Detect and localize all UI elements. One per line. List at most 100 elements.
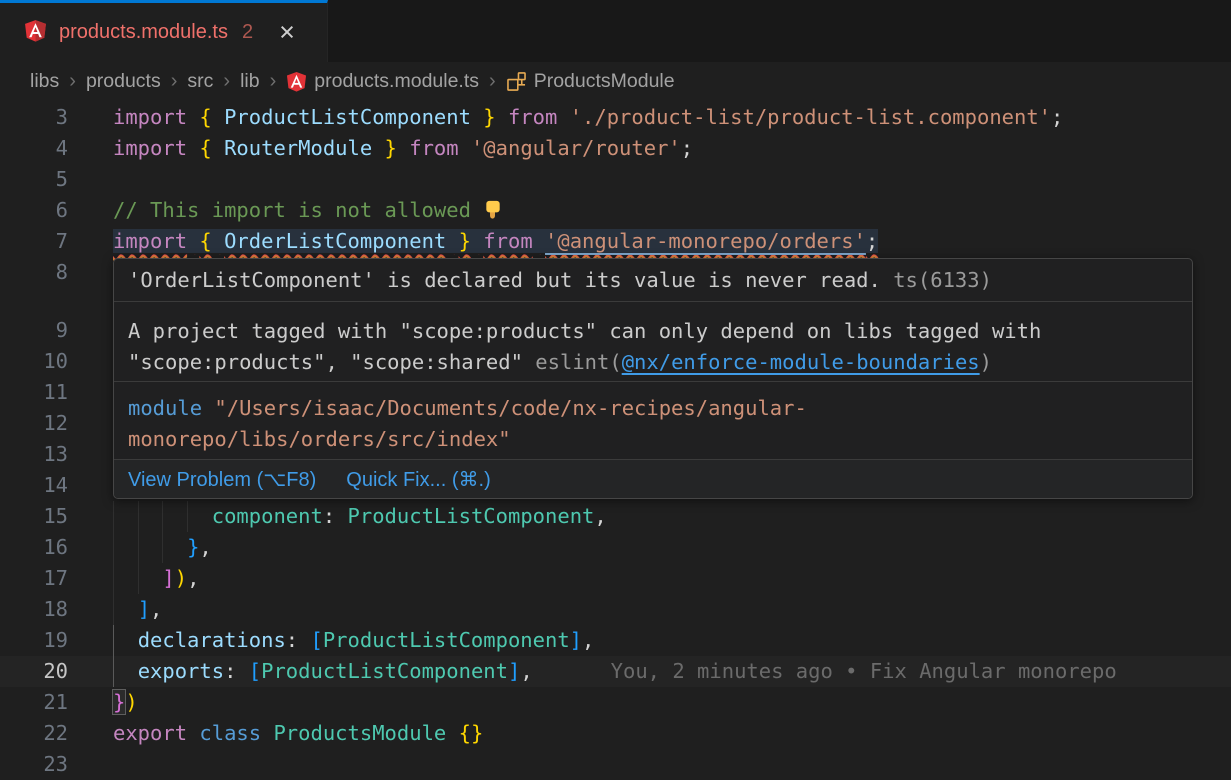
hover-text-line: A project tagged with "scope:products" c… [128, 316, 1178, 347]
code-editor[interactable]: 3import { ProductListComponent } from '.… [0, 0, 1231, 780]
token: : [224, 659, 249, 683]
token [372, 136, 384, 160]
code-line-19[interactable]: 19 declarations: [ProductListComponent], [0, 625, 1231, 656]
line-number-13[interactable]: 13 [0, 439, 68, 470]
eslint-rule-link[interactable]: @nx/enforce-module-boundaries [622, 350, 980, 374]
token [187, 229, 199, 253]
token: ProductListComponent [261, 659, 508, 683]
indent-guide [162, 532, 163, 563]
code-line-22[interactable]: 22export class ProductsModule {} [0, 718, 1231, 749]
token: component [212, 504, 323, 528]
line-content: exports: [ProductListComponent],You, 2 m… [0, 656, 1231, 687]
token [187, 136, 199, 160]
token [212, 136, 224, 160]
token [496, 105, 508, 129]
token: ) [125, 690, 137, 714]
indent-guide [138, 532, 139, 563]
line-content: }, [0, 532, 1231, 563]
line-number-14[interactable]: 14 [0, 470, 68, 501]
code-line-16[interactable]: 16 }, [0, 532, 1231, 563]
token: class [199, 721, 261, 745]
token: import [113, 105, 187, 129]
line-number-8[interactable]: 8 [0, 257, 68, 288]
token: ; [866, 229, 878, 253]
line-number-23[interactable]: 23 [0, 749, 68, 780]
hover-text: "/Users/isaac/Documents/code/nx-recipes/… [214, 396, 806, 420]
line-number-12[interactable]: 12 [0, 408, 68, 439]
line-number-9[interactable]: 9 [0, 315, 68, 346]
line-number-5[interactable]: 5 [0, 164, 68, 195]
code-line-23[interactable]: 23 [0, 749, 1231, 780]
code-line-7[interactable]: 7import { OrderListComponent } from '@an… [0, 226, 1231, 257]
token: [ [310, 628, 322, 652]
token: import [113, 136, 187, 160]
line-content: import { OrderListComponent } from '@ang… [0, 226, 1231, 257]
indent-guide [113, 563, 114, 594]
line-content: import { ProductListComponent } from './… [0, 102, 1231, 133]
token: , [199, 535, 211, 559]
hover-text-line: "scope:products", "scope:shared" eslint(… [128, 347, 1178, 378]
token [187, 721, 199, 745]
token [212, 105, 224, 129]
code-line-4[interactable]: 4import { RouterModule } from '@angular/… [0, 133, 1231, 164]
hover-text-line: monorepo/libs/orders/src/index" [128, 424, 1178, 455]
code-line-21[interactable]: 21}) [0, 687, 1231, 718]
point-down-emoji [483, 198, 503, 222]
hover-sections: 'OrderListComponent' is declared but its… [114, 259, 1192, 459]
hover-action-view-problem-f8[interactable]: View Problem (⌥F8) [128, 467, 316, 492]
token: ] [138, 597, 150, 621]
token: OrderListComponent [224, 229, 446, 253]
line-content: ]), [0, 563, 1231, 594]
code-line-5[interactable]: 5 [0, 164, 1231, 195]
token: './product-list/product-list.component' [570, 105, 1051, 129]
token: '@angular-monorepo/orders' [545, 229, 866, 253]
token: } [459, 229, 471, 253]
token: } [187, 535, 199, 559]
token [446, 721, 458, 745]
token: , [187, 566, 199, 590]
line-content: import { RouterModule } from '@angular/r… [0, 133, 1231, 164]
lint-squiggle: import { OrderListComponent } from '@ang… [113, 229, 878, 253]
token: RouterModule [224, 136, 372, 160]
token [113, 628, 138, 652]
token: , [520, 659, 532, 683]
git-blame-annotation: You, 2 minutes ago • Fix Angular monorep… [611, 659, 1117, 683]
code-line-6[interactable]: 6// This import is not allowed [0, 195, 1231, 226]
token: , [150, 597, 162, 621]
token: import [113, 229, 187, 253]
hover-action-bar: View Problem (⌥F8) Quick Fix... (⌘.) [114, 459, 1192, 498]
token: , [594, 504, 606, 528]
token: // This import is not allowed [113, 198, 483, 222]
code-line-17[interactable]: 17 ]), [0, 563, 1231, 594]
hover-text: monorepo/libs/orders/src/index" [128, 427, 511, 451]
token: export [113, 721, 187, 745]
line-number-11[interactable]: 11 [0, 377, 68, 408]
indent-guide [113, 625, 114, 656]
indent-guide [113, 594, 114, 625]
hover-section-eslint-diagnostic: A project tagged with "scope:products" c… [114, 301, 1192, 381]
line-content: // This import is not allowed [0, 195, 1231, 226]
line-content: component: ProductListComponent, [0, 501, 1231, 532]
line-number-10[interactable]: 10 [0, 346, 68, 377]
hover-section-ts-diagnostic: 'OrderListComponent' is declared but its… [114, 259, 1192, 301]
token: declarations [138, 628, 286, 652]
code-line-20[interactable]: 20 exports: [ProductListComponent],You, … [0, 656, 1231, 687]
token [533, 229, 545, 253]
indent-guide [113, 656, 114, 687]
code-line-3[interactable]: 3import { ProductListComponent } from '.… [0, 102, 1231, 133]
token: from [483, 229, 532, 253]
code-line-18[interactable]: 18 ], [0, 594, 1231, 625]
token: : [286, 628, 311, 652]
hover-text: "scope:products", "scope:shared" [128, 350, 535, 374]
token: : [323, 504, 348, 528]
vscode-window: products.module.ts 2 × libs›products›src… [0, 0, 1231, 780]
token [397, 136, 409, 160]
code-line-15[interactable]: 15 component: ProductListComponent, [0, 501, 1231, 532]
token: ProductListComponent [348, 504, 595, 528]
token [471, 229, 483, 253]
token: '@angular/router' [471, 136, 681, 160]
hover-action-quick-fix[interactable]: Quick Fix... (⌘.) [346, 467, 490, 492]
hover-text: eslint( [535, 350, 621, 374]
token: ) [175, 566, 187, 590]
token: } [113, 690, 125, 714]
